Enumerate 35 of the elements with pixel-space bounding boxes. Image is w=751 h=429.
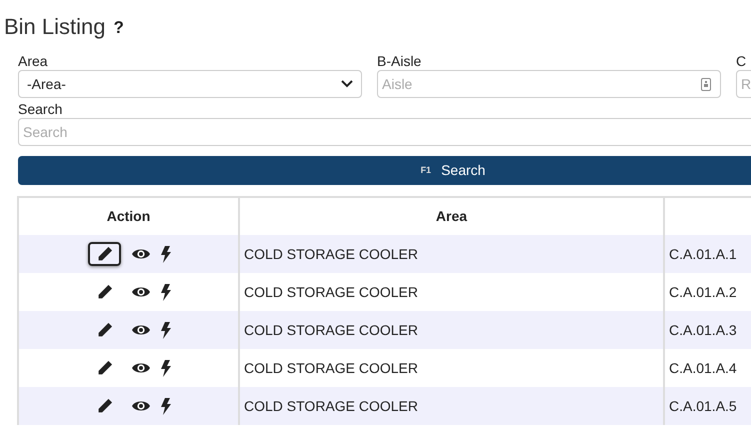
field-label: Search <box>18 100 64 118</box>
table-cell-text: C.A.01.A.5 <box>668 396 738 416</box>
chevron-down-icon <box>341 80 353 88</box>
pencil-icon <box>96 398 112 414</box>
help-mark[interactable]: ? <box>114 14 124 40</box>
lightning-bolt-icon[interactable] <box>161 398 171 414</box>
search-button[interactable]: F1 Search <box>18 156 751 185</box>
eye-icon[interactable] <box>131 247 151 261</box>
lightning-bolt-icon[interactable] <box>161 360 171 376</box>
text-field[interactable]: Aisle <box>377 70 721 98</box>
eye-icon[interactable] <box>131 399 151 413</box>
table-cell-text: C.A.01.A.4 <box>668 358 738 378</box>
pencil-icon <box>96 322 112 338</box>
lightning-bolt-icon[interactable] <box>161 284 171 300</box>
table-cell-text: C.A.01.A.2 <box>668 282 738 302</box>
field-label: C <box>736 52 748 70</box>
table-cell: COLD STORAGE COOLER <box>240 387 665 425</box>
eye-icon[interactable] <box>131 323 151 337</box>
page-title: Bin Listing <box>4 12 106 41</box>
field-label: B-Aisle <box>377 52 422 70</box>
table-cell-text: C.A.01.A.3 <box>668 320 738 340</box>
table-cell-text: C.A.01.A.1 <box>668 244 738 264</box>
eye-icon[interactable] <box>131 285 151 299</box>
pencil-icon <box>96 360 112 376</box>
search-field[interactable]: Search <box>18 118 751 146</box>
lightning-bolt-icon[interactable] <box>161 246 171 262</box>
text-field[interactable]: R <box>736 70 751 98</box>
contact-card-icon <box>701 78 711 91</box>
edit-button[interactable] <box>88 242 121 266</box>
area-select[interactable]: -Area- <box>18 70 362 98</box>
pencil-icon <box>96 246 112 262</box>
eye-icon[interactable] <box>131 361 151 375</box>
field-label: Area <box>18 52 49 70</box>
lightning-bolt-icon[interactable] <box>161 322 171 338</box>
pencil-icon <box>96 284 112 300</box>
